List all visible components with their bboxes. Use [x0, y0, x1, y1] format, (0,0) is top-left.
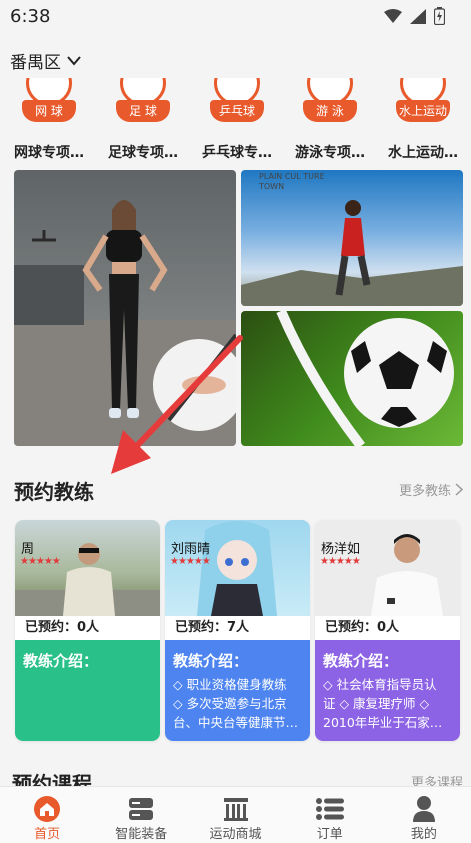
coach-name: 周 — [21, 542, 35, 557]
location-label: 番禺区 — [10, 53, 61, 73]
coach-photo: 杨洋如 ★★★★★ — [315, 520, 460, 616]
coach-intro-line: ◇ 社会体育指导员认 — [323, 677, 437, 692]
nav-label: 运动商城 — [209, 827, 262, 842]
order-list-icon — [315, 798, 344, 820]
tennis-icon: 网 球 — [22, 78, 76, 128]
category-row: 网 球 网球专项… 足 球 足球专项… 乒乓球 乒乓球专… 游 泳 游泳专项… … — [0, 78, 471, 164]
football-icon: 足 球 — [116, 78, 170, 128]
category-label: 网球专项… — [14, 145, 84, 161]
category-swimming[interactable]: 游 泳 游泳专项… — [285, 78, 375, 162]
nav-sports-mall[interactable]: 运动商城 — [188, 787, 282, 843]
swimming-icon: 游 泳 — [303, 78, 357, 128]
coach-intro: 教练介绍： ◇ 社会体育指导员认 证 ◇ 康复理疗师 ◇ 2010年毕业于石家… — [315, 640, 460, 741]
football-illustration — [276, 311, 454, 446]
nav-profile[interactable]: 我的 — [377, 787, 471, 843]
coach-card[interactable]: 周 ★★★★★ 已预约：0人 教练介绍： — [15, 520, 160, 741]
banner-running[interactable]: PLAIN CUL TURE TOWN — [241, 170, 463, 306]
category-label: 乒乓球专… — [202, 145, 272, 161]
coach-intro-line: ◇ 职业资格健身教练 — [173, 677, 287, 692]
coach-intro-line: 证 ◇ 康复理疗师 ◇ — [323, 696, 430, 711]
banner-football[interactable] — [241, 311, 463, 446]
rating-stars-icon: ★★★★★ — [320, 556, 361, 567]
coach-intro-title: 教练介绍： — [23, 652, 99, 670]
status-bar: 6:38 — [0, 0, 471, 34]
category-football[interactable]: 足 球 足球专项… — [98, 78, 188, 162]
app-screen: 6:38 番禺区 网 球 网球专项… 足 球 足球专项… 乒乓球 乒乓球专… 游… — [0, 0, 471, 843]
coach-booked-count: 已预约：0人 — [315, 616, 460, 640]
nav-orders[interactable]: 订单 — [283, 787, 377, 843]
chevron-down-icon — [67, 55, 81, 66]
category-label: 水上运动… — [388, 145, 458, 161]
more-coaches-label: 更多教练 — [398, 484, 451, 499]
nav-label: 首页 — [34, 827, 61, 842]
banner-text-line2: TOWN — [259, 182, 285, 191]
coach-photo: 周 ★★★★★ — [15, 520, 160, 616]
bottom-nav: 首页 智能装备 运动商城 订单 我的 — [0, 786, 471, 843]
nav-label: 订单 — [316, 827, 343, 842]
location-selector[interactable]: 番禺区 — [10, 48, 81, 73]
coach-photo: 刘雨晴 ★★★★★ — [165, 520, 310, 616]
coaches-section-title: 预约教练 — [14, 480, 94, 504]
arrow-annotation-icon — [111, 335, 243, 474]
category-water-sports[interactable]: 水上运动 水上运动… — [378, 78, 468, 162]
more-coaches-link[interactable]: 更多教练 — [399, 480, 463, 499]
nav-home[interactable]: 首页 — [0, 787, 94, 843]
banner-text-line1: PLAIN CUL TURE — [259, 172, 325, 181]
nav-label: 我的 — [410, 827, 437, 842]
coach-booked-count: 已预约：7人 — [165, 616, 310, 640]
profile-icon — [412, 796, 435, 822]
chevron-right-icon — [455, 483, 463, 496]
coach-intro-title: 教练介绍： — [323, 652, 399, 670]
coach-card[interactable]: 刘雨晴 ★★★★★ 已预约：7人 教练介绍： ◇ 职业资格健身教练 ◇ 多次受邀… — [165, 520, 310, 741]
coach-intro: 教练介绍： ◇ 职业资格健身教练 ◇ 多次受邀参与北京 台、中央台等健康节… — [165, 640, 310, 741]
coach-intro-line: 2010年毕业于石家… — [323, 715, 443, 730]
store-icon — [223, 798, 248, 821]
category-label: 足球专项… — [108, 145, 178, 161]
rating-stars-icon: ★★★★★ — [170, 556, 211, 567]
category-label: 游泳专项… — [295, 145, 365, 161]
coach-name: 杨洋如 — [321, 542, 361, 557]
device-icon — [129, 798, 154, 820]
category-table-tennis[interactable]: 乒乓球 乒乓球专… — [192, 78, 282, 162]
coach-name: 刘雨晴 — [171, 542, 211, 557]
status-time: 6:38 — [10, 6, 51, 27]
water-sports-icon: 水上运动 — [396, 78, 450, 128]
home-icon — [34, 796, 61, 822]
coach-intro-line: ◇ 多次受邀参与北京 — [173, 696, 287, 711]
nav-label: 智能装备 — [115, 827, 168, 842]
signal-icon — [410, 8, 426, 24]
coach-intro-line: 台、中央台等健康节… — [173, 715, 299, 730]
status-icons — [384, 7, 445, 25]
nav-smart-devices[interactable]: 智能装备 — [94, 787, 188, 843]
category-tennis[interactable]: 网 球 网球专项… — [4, 78, 94, 162]
coach-card[interactable]: 杨洋如 ★★★★★ 已预约：0人 教练介绍： ◇ 社会体育指导员认 证 ◇ 康复… — [315, 520, 460, 741]
wifi-icon — [384, 8, 402, 23]
coach-intro-title: 教练介绍： — [173, 652, 249, 670]
coach-intro: 教练介绍： — [15, 640, 160, 741]
coach-booked-count: 已预约：0人 — [15, 616, 160, 640]
rating-stars-icon: ★★★★★ — [20, 556, 61, 567]
table-tennis-icon: 乒乓球 — [210, 78, 264, 128]
battery-icon — [434, 7, 445, 25]
